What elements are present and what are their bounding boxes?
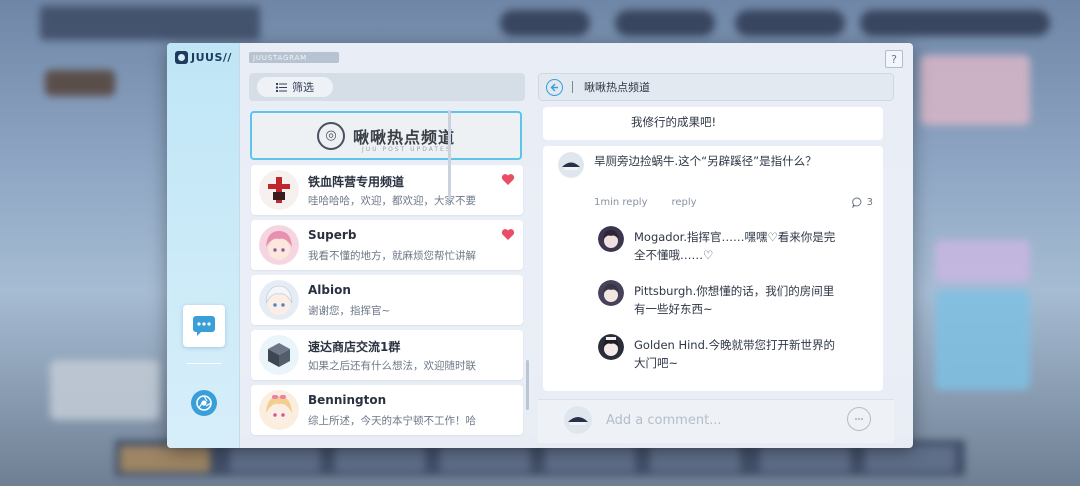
bg-topbar — [40, 6, 260, 40]
comment-meta: 1min reply reply — [594, 197, 697, 208]
rail-divider — [187, 363, 221, 364]
post-header-title: 啾啾热点频道 — [584, 81, 650, 94]
reply-count-value: 3 — [866, 197, 873, 208]
ironblood-emblem-icon — [259, 170, 299, 210]
sidebar-rail: JUUS// — [167, 43, 240, 448]
channel-name: Albion — [308, 283, 351, 297]
comment-composer — [538, 399, 894, 443]
previous-comment-card: 我修行的成果吧! — [543, 107, 883, 140]
channel-last-message: 如果之后还有什么想法，欢迎随时联 — [308, 360, 476, 372]
pittsburgh-avatar — [598, 280, 624, 306]
main-comment-card: 旱厕旁边捡蜗牛.这个“另辟蹊径”是指什么？ 1min reply reply 3 — [543, 146, 883, 391]
reply-count[interactable]: 3 — [851, 197, 873, 208]
package-icon — [259, 335, 299, 375]
bg-button — [865, 446, 955, 472]
bg-resource — [735, 10, 845, 36]
heart-icon[interactable] — [501, 173, 515, 186]
speech-bubble-icon — [851, 197, 861, 208]
reply-text: Mogador.指挥官……嘿嘿♡看来你是完全不懂哦……♡ — [634, 228, 844, 264]
emoji-button[interactable] — [847, 407, 871, 431]
white-hair-avatar — [259, 280, 299, 320]
arrow-left-icon — [550, 83, 558, 91]
aperture-icon — [196, 395, 212, 411]
bg-resource — [860, 10, 1050, 36]
channel-list: ◎ 啾啾热点频道 JUU POST UPDATES 铁血阵营专用频道 哇哈哈哈，… — [249, 110, 525, 440]
previous-comment-text: 我修行的成果吧! — [631, 115, 717, 129]
back-button[interactable] — [546, 78, 563, 96]
bg-button — [440, 446, 530, 472]
channel-last-message: 综上所述，今天的本宁顿不工作！哈 — [308, 415, 476, 427]
channel-name: 速达商店交流1群 — [308, 340, 401, 354]
mogador-avatar — [598, 226, 624, 252]
channel-list-scrollbar[interactable] — [448, 110, 451, 200]
strip-label: JUUSTAGRAM — [253, 53, 307, 62]
bg-button — [335, 446, 425, 472]
comment-input[interactable] — [606, 406, 826, 434]
channel-name: Bennington — [308, 393, 387, 407]
bg-card — [45, 70, 115, 96]
bg-button — [120, 446, 210, 472]
logo-text: JUUS// — [191, 51, 232, 64]
channel-item-superb[interactable]: Superb 我看不懂的地方，就麻烦您帮忙讲解 — [251, 220, 523, 270]
filter-label: 筛选 — [292, 81, 314, 94]
channel-name: Superb — [308, 228, 357, 242]
channel-item-shop-group[interactable]: 速达商店交流1群 如果之后还有什么想法，欢迎随时联 — [251, 330, 523, 380]
golden-hind-avatar — [598, 334, 624, 360]
heart-icon[interactable] — [501, 228, 515, 241]
filter-button[interactable]: 筛选 — [257, 77, 333, 97]
juus-window: JUUS// JUUSTAGRAM ? 筛选 ◎ 啾啾热点频道 JUU POST… — [167, 43, 913, 448]
speech-bubble-icon — [854, 417, 864, 421]
header-divider — [572, 81, 573, 93]
reply-author: Pittsburgh. — [634, 284, 697, 298]
list-filter-icon — [276, 82, 287, 92]
channel-item-ironblood[interactable]: 铁血阵营专用频道 哇哈哈哈，欢迎，都欢迎，大家不要 — [251, 165, 523, 215]
bg-button — [760, 446, 850, 472]
comment-body: 这个“另辟蹊径”是指什么？ — [678, 154, 817, 168]
channel-name: 铁血阵营专用频道 — [308, 175, 405, 189]
bg-button — [545, 446, 635, 472]
post-header: 啾啾热点频道 — [538, 73, 894, 101]
reply-text: Golden Hind.今晚就带您打开新世界的大门吧~ — [634, 336, 844, 372]
hot-channel-title: 啾啾热点频道 — [352, 127, 455, 147]
bg-resource — [615, 10, 715, 36]
chat-bubble-icon — [193, 316, 215, 336]
bg-card — [920, 55, 1030, 125]
juustagram-nav-button[interactable] — [191, 390, 217, 416]
bg-button — [230, 446, 320, 472]
comment-time: 1min reply — [594, 197, 648, 208]
pink-hair-avatar — [259, 225, 299, 265]
main-comment-text: 旱厕旁边捡蜗牛.这个“另辟蹊径”是指什么？ — [594, 153, 864, 169]
help-button[interactable]: ? — [885, 50, 903, 68]
juus-logo: JUUS// — [175, 51, 232, 64]
hot-channel-subtitle: JUU POST UPDATES — [362, 146, 452, 153]
bg-card — [50, 360, 160, 420]
messages-nav-button[interactable] — [183, 305, 225, 347]
channel-item-albion[interactable]: Albion 谢谢您，指挥官~ — [251, 275, 523, 325]
comment-thread: 我修行的成果吧! 旱厕旁边捡蜗牛.这个“另辟蹊径”是指什么？ 1min repl… — [538, 107, 894, 397]
hot-channel-banner[interactable]: ◎ 啾啾热点频道 JUU POST UPDATES — [250, 111, 522, 160]
bg-card — [935, 240, 1030, 282]
hot-channel-emblem-icon: ◎ — [316, 121, 345, 150]
channel-list-panel: 筛选 ◎ 啾啾热点频道 JUU POST UPDATES 铁血阵营专用频道 哇哈… — [249, 73, 525, 443]
channel-last-message: 我看不懂的地方，就麻烦您帮忙讲解 — [308, 250, 476, 262]
commander-avatar — [564, 406, 592, 434]
channel-item-bennington[interactable]: Bennington 综上所述，今天的本宁顿不工作！哈 — [251, 385, 523, 435]
reply-link[interactable]: reply — [672, 197, 697, 208]
blonde-hair-avatar — [259, 390, 299, 430]
reply-author: Mogador. — [634, 230, 687, 244]
filter-bar: 筛选 — [249, 73, 525, 101]
comment-author: 旱厕旁边捡蜗牛. — [594, 154, 679, 168]
bg-button — [650, 446, 740, 472]
juustagram-strip: JUUSTAGRAM — [249, 52, 339, 63]
reply-author: Golden Hind. — [634, 338, 709, 352]
channel-last-message: 谢谢您，指挥官~ — [308, 305, 391, 317]
bg-card — [935, 290, 1030, 390]
bg-resource — [500, 10, 590, 36]
post-scrollbar[interactable] — [526, 360, 529, 410]
post-panel: 啾啾热点频道 我修行的成果吧! 旱厕旁边捡蜗牛.这个“另辟蹊径”是指什么？ 1m… — [538, 73, 894, 443]
juus-logo-icon — [175, 51, 188, 64]
reply-text: Pittsburgh.你想懂的话，我们的房间里有一些好东西~ — [634, 282, 844, 318]
commander-avatar — [558, 152, 584, 178]
channel-last-message: 哇哈哈哈，欢迎，都欢迎，大家不要 — [308, 195, 476, 207]
